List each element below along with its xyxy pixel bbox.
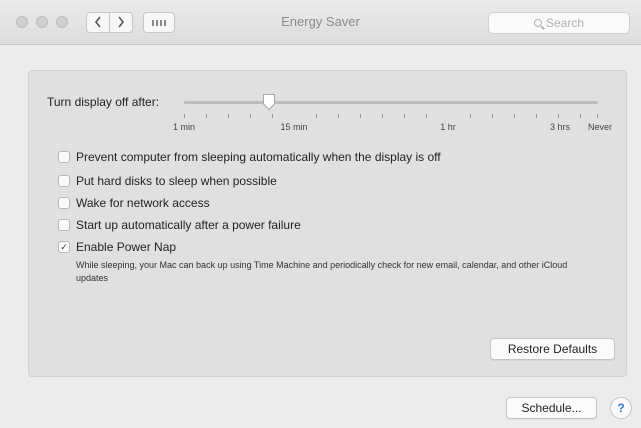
display-sleep-slider-knob[interactable] (262, 93, 276, 111)
slider-tick (514, 114, 515, 118)
slider-tick (492, 114, 493, 118)
search-placeholder: Search (545, 16, 585, 30)
search-field[interactable]: Search (488, 12, 630, 34)
prevent-sleep-checkbox[interactable] (58, 151, 70, 163)
tick-label-never: Never (587, 122, 613, 132)
display-sleep-label: Turn display off after: (47, 95, 160, 109)
disk-sleep-checkbox[interactable] (58, 175, 70, 187)
wake-network-label: Wake for network access (76, 196, 210, 210)
restore-defaults-button[interactable]: Restore Defaults (490, 338, 615, 360)
power-nap-checkbox[interactable]: ✓ (58, 241, 70, 253)
power-nap-option[interactable]: ✓ Enable Power Nap (58, 240, 176, 254)
power-nap-label: Enable Power Nap (76, 240, 177, 254)
auto-startup-option[interactable]: Start up automatically after a power fai… (58, 218, 301, 232)
slider-tick (404, 114, 405, 118)
slider-tick (206, 114, 207, 118)
slider-tick (382, 114, 383, 118)
search-icon (533, 19, 542, 27)
tick-label-3-hrs: 3 hrs (549, 122, 571, 132)
checkmark-icon: ✓ (60, 241, 68, 252)
disk-sleep-label: Put hard disks to sleep when possible (76, 174, 277, 188)
slider-tick (228, 114, 229, 118)
tick-label-1-hr: 1 hr (440, 122, 456, 132)
display-sleep-slider-track[interactable] (184, 101, 598, 104)
slider-tick (272, 114, 273, 118)
auto-startup-label: Start up automatically after a power fai… (76, 218, 301, 232)
slider-tick (536, 114, 537, 118)
auto-startup-checkbox[interactable] (58, 219, 70, 231)
tick-label-15-min: 15 min (280, 122, 308, 132)
slider-tick (470, 114, 471, 118)
prevent-sleep-option[interactable]: Prevent computer from sleeping automatic… (58, 150, 441, 164)
slider-tick (597, 114, 598, 118)
disk-sleep-option[interactable]: Put hard disks to sleep when possible (58, 174, 277, 188)
tick-label-1-min: 1 min (172, 122, 196, 132)
slider-tick (426, 114, 427, 118)
power-nap-description: While sleeping, your Mac can back up usi… (76, 260, 568, 283)
slider-tick (558, 114, 559, 118)
title-bar: Energy Saver Search (0, 0, 641, 45)
slider-tick (250, 114, 251, 118)
help-icon[interactable]: ? (610, 397, 632, 419)
slider-tick (338, 114, 339, 118)
slider-tick (184, 114, 185, 118)
wake-network-option[interactable]: Wake for network access (58, 196, 210, 210)
energy-saver-window: Energy Saver Search Turn display off aft… (0, 0, 641, 428)
slider-tick (360, 114, 361, 118)
slider-tick (316, 114, 317, 118)
prevent-sleep-label: Prevent computer from sleeping automatic… (76, 150, 441, 164)
wake-network-checkbox[interactable] (58, 197, 70, 209)
schedule-button[interactable]: Schedule... (506, 397, 597, 419)
slider-tick (580, 114, 581, 118)
